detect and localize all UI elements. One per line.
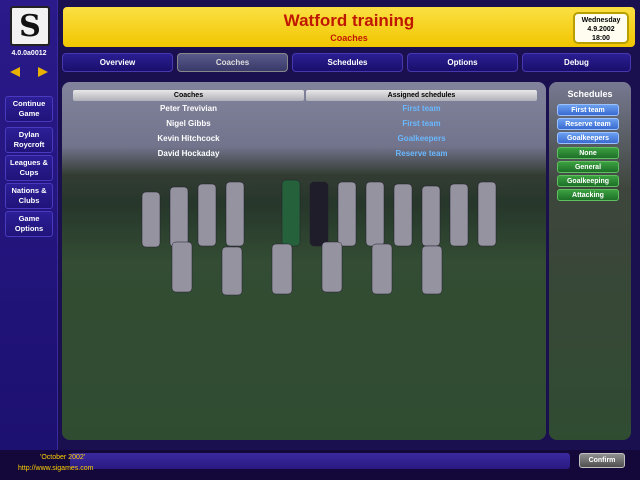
page-title: Watford training <box>283 11 415 30</box>
nations-clubs-button[interactable]: Nations & Clubs <box>5 183 53 209</box>
schedule-general[interactable]: General <box>557 161 619 173</box>
time-label: 18:00 <box>592 35 610 42</box>
assigned-schedule[interactable]: Reserve team <box>305 149 538 158</box>
table-row[interactable]: Nigel Gibbs First team <box>72 116 538 131</box>
table-row[interactable]: David Hockaday Reserve team <box>72 146 538 161</box>
assigned-schedule[interactable]: First team <box>305 119 538 128</box>
column-header-coaches[interactable]: Coaches <box>73 90 304 101</box>
date-label: 4.9.2002 <box>587 26 615 33</box>
forward-arrow-icon[interactable] <box>38 67 48 77</box>
weekday-label: Wednesday <box>581 17 621 24</box>
manager-profile-button[interactable]: Dylan Roycroft <box>5 127 53 153</box>
table-row[interactable]: Peter Trevivian First team <box>72 101 538 116</box>
coaches-panel: Coaches Assigned schedules Peter Trevivi… <box>62 82 546 440</box>
coach-name: Kevin Hitchcock <box>157 134 220 143</box>
coaches-table: Coaches Assigned schedules Peter Trevivi… <box>72 90 538 161</box>
coach-name: David Hockaday <box>157 149 220 158</box>
bottom-bar <box>0 450 640 480</box>
si-logo[interactable]: S <box>10 6 50 46</box>
schedules-panel: Schedules First team Reserve team Goalke… <box>549 82 631 440</box>
page-subtitle: Coaches <box>330 33 368 43</box>
leagues-cups-button[interactable]: Leagues & Cups <box>5 155 53 181</box>
column-header-schedules[interactable]: Assigned schedules <box>306 90 537 101</box>
date-display[interactable]: Wednesday 4.9.2002 18:00 <box>573 12 629 44</box>
coach-name: Nigel Gibbs <box>166 119 211 128</box>
schedule-reserve-team[interactable]: Reserve team <box>557 118 619 130</box>
status-strip <box>70 453 570 469</box>
header-banner: Watford training Coaches Wednesday 4.9.2… <box>61 5 637 49</box>
schedule-none[interactable]: None <box>557 147 619 159</box>
game-options-button[interactable]: Game Options <box>5 211 53 237</box>
sidebar: S 4.0.0a0012 Continue Game Dylan Roycrof… <box>0 0 58 452</box>
schedule-goalkeeping[interactable]: Goalkeeping <box>557 175 619 187</box>
table-header: Coaches Assigned schedules <box>72 90 538 101</box>
assigned-schedule[interactable]: First team <box>305 104 538 113</box>
tab-schedules[interactable]: Schedules <box>292 53 403 72</box>
schedule-goalkeepers[interactable]: Goalkeepers <box>557 132 619 144</box>
footer-url-link[interactable]: http://www.sigames.com <box>18 465 93 472</box>
tab-overview[interactable]: Overview <box>62 53 173 72</box>
schedules-heading: Schedules <box>567 89 613 99</box>
confirm-button[interactable]: Confirm <box>579 453 625 468</box>
version-label: 4.0.0a0012 <box>11 50 47 57</box>
schedule-attacking[interactable]: Attacking <box>557 189 619 201</box>
tab-coaches[interactable]: Coaches <box>177 53 288 72</box>
back-arrow-icon[interactable] <box>10 67 20 77</box>
logo-letter: S <box>19 8 41 44</box>
coach-name: Peter Trevivian <box>160 104 217 113</box>
assigned-schedule[interactable]: Goalkeepers <box>305 134 538 143</box>
tab-options[interactable]: Options <box>407 53 518 72</box>
tab-debug[interactable]: Debug <box>522 53 631 72</box>
schedule-first-team[interactable]: First team <box>557 104 619 116</box>
footer-date: 'October 2002' <box>40 454 86 461</box>
continue-game-button[interactable]: Continue Game <box>5 96 53 122</box>
table-row[interactable]: Kevin Hitchcock Goalkeepers <box>72 131 538 146</box>
